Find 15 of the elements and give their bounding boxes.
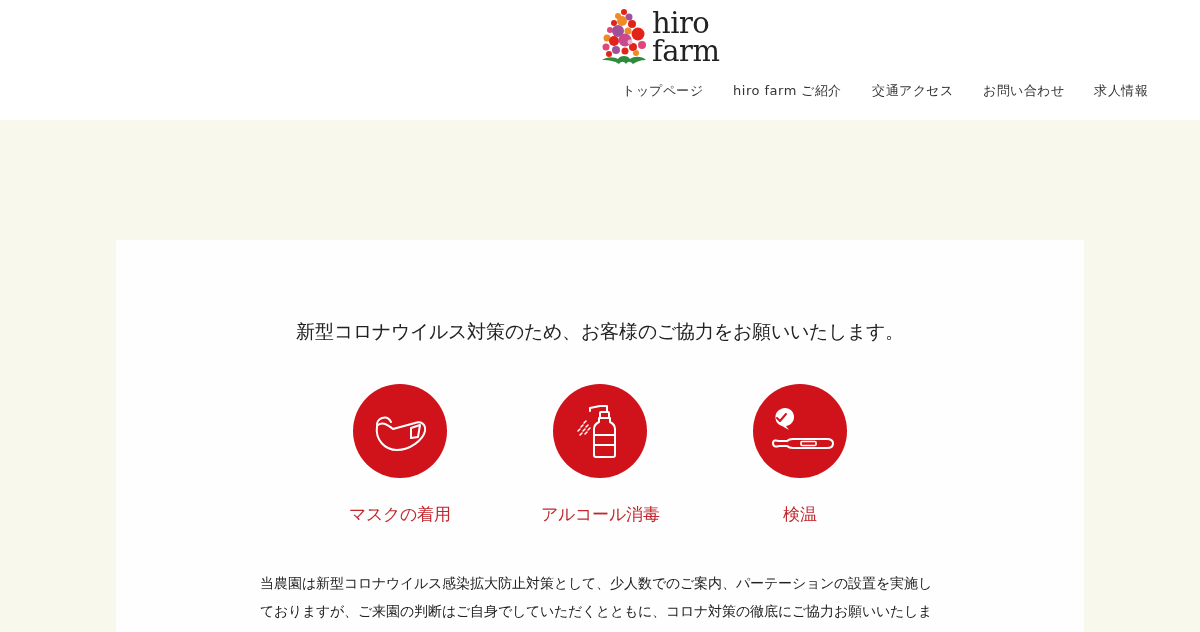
nav-link[interactable]: hiro farm ご紹介 <box>733 82 842 100</box>
nav-link[interactable]: 求人情報 <box>1094 82 1148 100</box>
flower-bouquet-icon <box>600 7 648 65</box>
measure-label: マスクの着用 <box>349 503 451 526</box>
measure-label: アルコール消毒 <box>540 503 660 526</box>
nav-link[interactable]: 交通アクセス <box>872 82 953 100</box>
pump-bottle-icon <box>553 384 647 478</box>
notice-heading: 新型コロナウイルス対策のため、お客様のご協力をお願いいたします。 <box>296 319 904 344</box>
measure-label: 検温 <box>783 503 817 526</box>
logo-link[interactable]: hiro farm <box>600 7 720 65</box>
nav-link[interactable]: トップページ <box>622 82 704 100</box>
notice-paragraph: 当農園は新型コロナウイルス感染拡大防止対策として、少人数でのご案内、パーテーションの設置を実施し ておりますが、ご来園の判断はご自身でしていただくとともに、コロナ対策の徹底にご協力お願いいたしま <box>259 574 933 621</box>
thermometer-icon <box>753 384 847 478</box>
nav-link[interactable]: お問い合わせ <box>983 82 1064 100</box>
face-mask-icon <box>353 384 447 478</box>
